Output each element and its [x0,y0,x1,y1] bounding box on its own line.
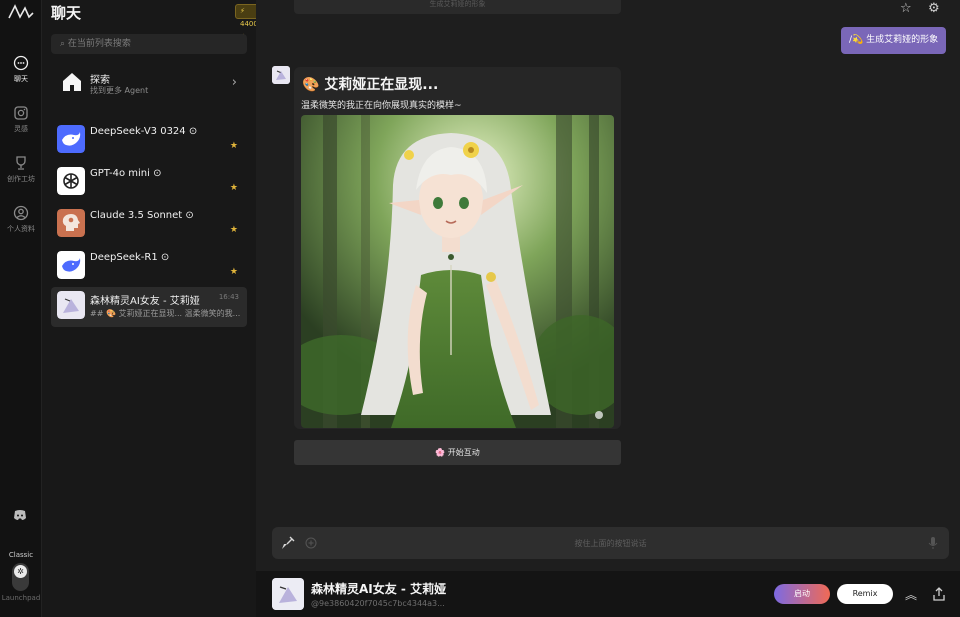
search-placeholder: 在当前列表搜索 [67,39,131,49]
message-composer[interactable]: 按住上面的按钮说话 [272,527,949,559]
chat-name: 森林精灵AI女友 - 艾莉娅 [90,296,200,307]
rail-item-inspiration[interactable]: 灵感 [0,105,42,134]
page-title: 聊天 [51,4,82,22]
explore-subtitle: 找到更多 Agent [90,86,149,95]
deepseek-whale-icon [57,125,85,153]
bot-avatar-icon [272,66,290,84]
share-icon[interactable] [931,586,947,602]
search-icon: ⌕ [60,39,66,49]
toggle-knob: ✲ [14,565,27,578]
star-outline-icon[interactable]: ☆ [900,1,916,17]
palette-icon: 🎨 [302,77,320,93]
microphone-icon[interactable] [927,536,939,550]
bot-message-heading: 🎨 艾莉娅正在显现... [302,77,439,93]
lightning-icon: ⚡ [240,7,245,15]
chevron-right-icon: › [231,75,237,90]
remix-button[interactable]: Remix [837,584,893,604]
star-icon[interactable]: ★ [230,225,238,235]
explore-item[interactable]: 探索 找到更多 Agent › [51,64,247,102]
chat-bubble-icon [13,55,29,71]
agent-name: 森林精灵AI女友 - 艾莉娅 [311,582,447,596]
bot-name: Claude 3.5 Sonnet ⊙ [90,210,194,221]
discord-icon[interactable] [13,509,27,521]
mode-label: Classic [8,551,34,559]
bot-message: 🎨 艾莉娅正在显现... 温柔微笑的我正在向你展现真实的模样~ [294,67,621,429]
user-circle-icon [13,205,29,221]
rail-item-chat[interactable]: 聊天 [0,55,42,84]
rail-item-profile-label: 个人资料 [7,225,35,233]
previous-message-partial: 生成艾莉娅的形象 [294,0,621,14]
bot-item-deepseek-v3[interactable]: DeepSeek-V3 0324 ⊙ ★ [51,121,247,161]
verified-icon: ⊙ [153,168,162,179]
double-chevron-up-icon[interactable]: ︽ [903,586,919,602]
app-root: 聊天 灵感 创作工坊 个人资料 Classic ✲ Launchpad 聊天 ⚡… [0,0,960,617]
agent-footer: 森林精灵AI女友 - 艾莉娅 @9e3860420f7045c7bc4344a3… [256,571,960,617]
deepseek-whale-icon [57,251,85,279]
rail-item-chat-label: 聊天 [14,75,28,83]
rail-item-workshop-label: 创作工坊 [7,175,35,183]
bot-item-gpt-4o-mini[interactable]: GPT-4o mini ⊙ ★ [51,163,247,203]
start-interaction-button[interactable]: 🌸 开始互动 [294,440,621,465]
verified-icon: ⊙ [160,252,170,263]
verified-icon: ⊙ [185,210,194,221]
flower-icon: 🌸 [435,448,446,457]
bot-message-text: 温柔微笑的我正在向你展现真实的模样~ [301,101,462,111]
agent-avatar-icon [272,578,304,610]
launchpad-label: Launchpad [1,594,41,602]
trophy-icon [16,156,26,170]
left-rail: 聊天 灵感 创作工坊 个人资料 Classic ✲ Launchpad [0,0,42,617]
camera-icon [14,106,28,120]
claude-head-icon [57,209,85,237]
bot-item-claude-3-5-sonnet[interactable]: Claude 3.5 Sonnet ⊙ ★ [51,205,247,245]
chat-preview: ## 🎨 艾莉娅正在显现... 温柔微笑的我... [90,309,241,318]
start-interaction-label: 开始互动 [447,448,480,457]
verified-icon: ⊙ [188,126,198,137]
star-icon[interactable]: ★ [230,141,238,151]
bot-item-deepseek-r1[interactable]: DeepSeek-R1 ⊙ ★ [51,247,247,287]
search-input[interactable]: ⌕ 在当前列表搜索 [51,34,247,54]
chat-main: 生成艾莉娅的形象 ☆ ⚙ /💫 生成艾莉娅的形象 🎨 艾莉娅正在显现... 温柔… [256,0,960,617]
gear-icon[interactable]: ⚙ [928,1,944,17]
bot-name: DeepSeek-R1 ⊙ [90,252,170,263]
star-icon[interactable]: ★ [230,267,238,277]
mode-toggle[interactable]: ✲ [12,563,29,591]
chat-item-active[interactable]: 森林精灵AI女友 - 艾莉娅 16:43 ## 🎨 艾莉娅正在显现... 温柔微… [51,287,247,327]
bot-name: DeepSeek-V3 0324 ⊙ [90,126,198,137]
chat-list-panel: 聊天 ⚡ 4400/60 ＋ ⌕ 在当前列表搜索 探索 找到更多 Agent ›… [42,0,275,617]
openai-logo-icon [57,167,85,195]
launch-button[interactable]: 启动 [774,584,830,604]
bot-name: GPT-4o mini ⊙ [90,168,162,179]
rail-item-inspiration-label: 灵感 [14,125,28,133]
chat-time: 16:43 [218,293,239,301]
star-icon[interactable]: ★ [230,183,238,193]
app-logo-icon[interactable] [8,3,34,21]
user-message: /💫 生成艾莉娅的形象 [841,27,947,54]
rail-item-workshop[interactable]: 创作工坊 [0,155,42,184]
composer-placeholder: 按住上面的按钮说话 [574,539,647,548]
agent-id: @9e3860420f7045c7bc4344a3... [311,599,445,608]
rail-item-profile[interactable]: 个人资料 [0,205,42,234]
chat-avatar-icon [57,291,85,319]
house-icon [63,73,81,91]
explore-title: 探索 [90,75,110,86]
generated-character-image[interactable] [301,115,614,428]
